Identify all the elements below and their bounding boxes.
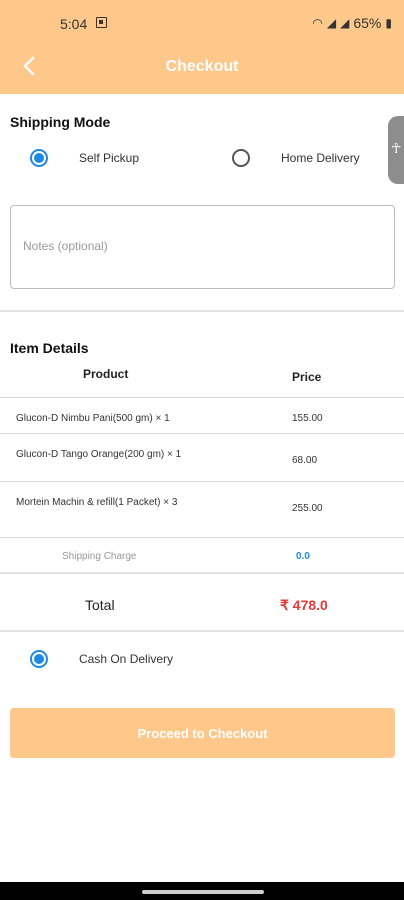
shipping-mode-title: Shipping Mode xyxy=(10,114,111,130)
signal-icon-sim2: ◢ xyxy=(340,16,350,30)
table-row-price: 255.00 xyxy=(292,503,323,514)
table-row-price: 155.00 xyxy=(292,413,323,424)
accessibility-side-handle[interactable]: ☥ xyxy=(388,116,404,184)
cash-on-delivery-radio[interactable] xyxy=(30,650,48,668)
table-divider xyxy=(0,433,404,434)
product-column-header: Product xyxy=(83,367,129,381)
app-bar: Checkout xyxy=(0,40,404,94)
proceed-to-checkout-button[interactable]: Proceed to Checkout xyxy=(10,708,395,758)
self-pickup-radio[interactable] xyxy=(30,149,48,167)
status-icons: ◠ ◢ ◢ 65% ▮ xyxy=(312,15,392,31)
table-divider xyxy=(0,397,404,398)
page-title: Checkout xyxy=(165,58,239,75)
notes-container xyxy=(10,205,395,289)
section-divider xyxy=(0,310,404,312)
table-row-product: Mortein Machin & refill(1 Packet) × 3 xyxy=(16,497,178,508)
table-divider xyxy=(0,572,404,574)
table-divider xyxy=(0,537,404,538)
table-divider xyxy=(0,481,404,482)
image-notification-icon xyxy=(96,17,107,28)
table-row-product: Glucon-D Tango Orange(200 gm) × 1 xyxy=(16,449,182,460)
accessibility-icon: ☥ xyxy=(391,140,402,156)
home-delivery-radio[interactable] xyxy=(232,149,250,167)
battery-level: 65% xyxy=(353,15,382,31)
home-delivery-label[interactable]: Home Delivery xyxy=(281,151,360,165)
item-details-title: Item Details xyxy=(10,340,89,356)
cash-on-delivery-label[interactable]: Cash On Delivery xyxy=(79,652,173,666)
status-time: 5:04 xyxy=(60,16,88,32)
notes-field[interactable] xyxy=(10,205,395,289)
signal-icon-sim1: ◢ xyxy=(326,16,337,30)
price-column-header: Price xyxy=(292,370,322,384)
section-divider xyxy=(0,630,404,632)
table-row-product: Glucon-D Nimbu Pani(500 gm) × 1 xyxy=(16,413,170,424)
total-label: Total xyxy=(85,597,115,613)
total-value: ₹ 478.0 xyxy=(280,597,328,613)
wifi-calling-icon: ◠ xyxy=(312,16,323,30)
home-indicator[interactable] xyxy=(142,890,264,894)
status-bar: 5:04 ◠ ◢ ◢ 65% ▮ xyxy=(0,0,404,40)
shipping-charge-label: Shipping Charge xyxy=(62,551,137,562)
shipping-charge-value: 0.0 xyxy=(296,551,310,562)
table-row-price: 68.00 xyxy=(292,455,318,466)
battery-icon: ▮ xyxy=(385,16,392,30)
self-pickup-label[interactable]: Self Pickup xyxy=(79,151,139,165)
